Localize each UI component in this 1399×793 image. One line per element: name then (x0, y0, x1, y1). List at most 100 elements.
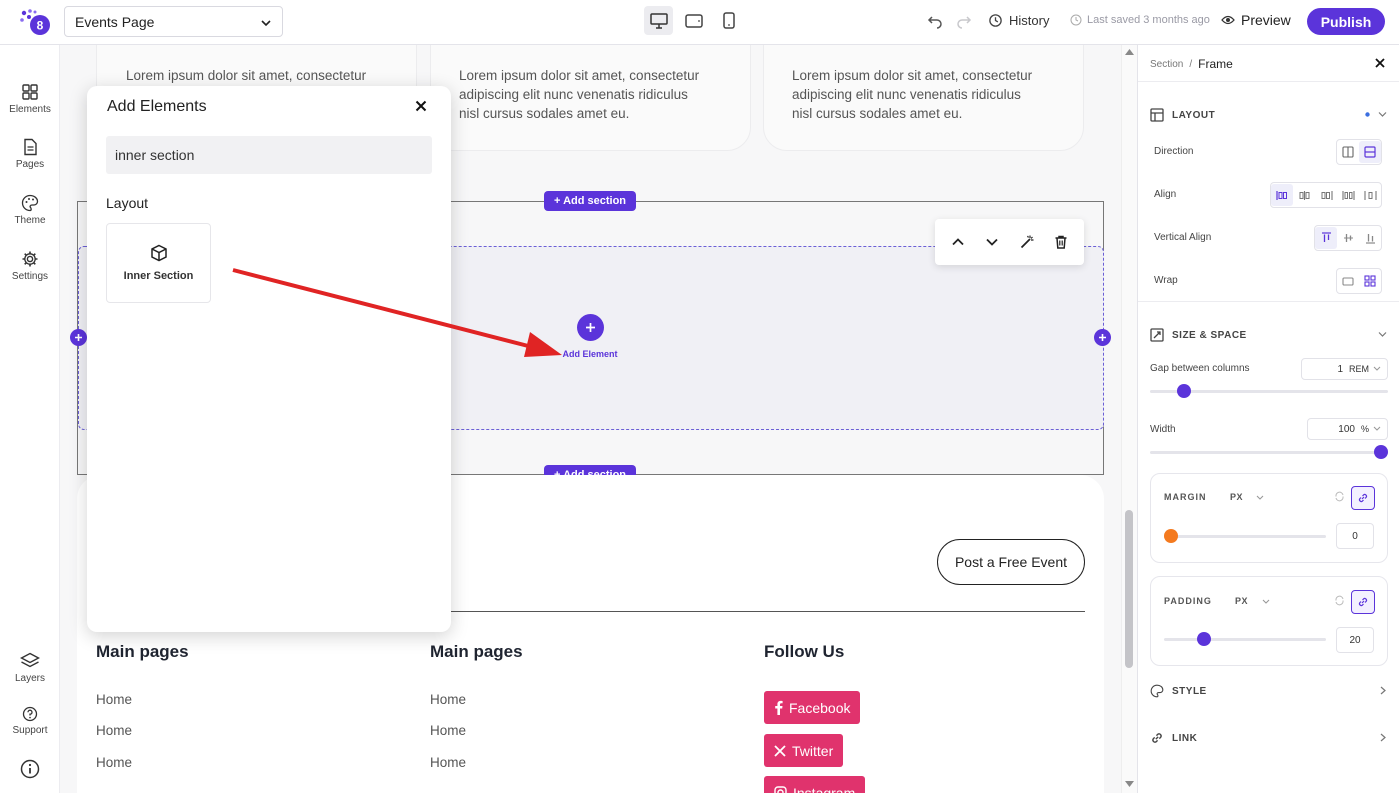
post-event-button[interactable]: Post a Free Event (937, 539, 1085, 585)
rail-theme-label: Theme (14, 215, 46, 226)
grid-icon (22, 84, 38, 100)
link-icon (1358, 597, 1368, 607)
gap-slider-knob[interactable] (1176, 384, 1191, 398)
breadcrumb-parent[interactable]: Section (1150, 59, 1183, 70)
page-select-value: Events Page (75, 14, 155, 30)
canvas-scrollbar[interactable] (1121, 45, 1137, 793)
rail-settings[interactable]: Settings (0, 250, 60, 282)
element-search-input[interactable] (106, 136, 432, 174)
align-between-option[interactable] (1337, 184, 1359, 206)
footer-link[interactable]: Home (96, 723, 132, 738)
chevron-down-icon[interactable] (1378, 331, 1387, 338)
valign-bottom-option[interactable] (1359, 227, 1381, 249)
undo-icon[interactable] (927, 13, 943, 29)
valign-center-option[interactable] (1337, 227, 1359, 249)
chevron-down-icon[interactable] (1373, 366, 1381, 372)
margin-value-input[interactable]: 0 (1336, 523, 1374, 549)
reset-icon[interactable] (1334, 595, 1345, 606)
page-select[interactable]: Events Page (64, 6, 283, 37)
footer-link[interactable]: Home (430, 692, 466, 707)
margin-link-toggle[interactable] (1351, 486, 1375, 510)
add-column-left-button[interactable] (70, 329, 87, 346)
breadcrumb-current: Frame (1198, 57, 1233, 71)
inner-section-tile[interactable]: Inner Section (106, 223, 211, 303)
align-end-option[interactable] (1315, 184, 1337, 206)
padding-link-toggle[interactable] (1351, 590, 1375, 614)
last-saved-status: Last saved 3 months ago (1070, 14, 1210, 26)
width-slider-knob[interactable] (1374, 445, 1388, 459)
align-around-option[interactable] (1359, 184, 1381, 206)
footer-link[interactable]: Home (96, 692, 132, 707)
magic-wand-icon[interactable] (1019, 234, 1035, 250)
link-section-header[interactable]: LINK (1150, 731, 1197, 745)
redo-icon[interactable] (956, 13, 972, 29)
facebook-button[interactable]: Facebook (764, 691, 861, 724)
scroll-down-icon[interactable] (1125, 781, 1134, 787)
chevron-right-icon[interactable] (1380, 686, 1386, 695)
chevron-down-icon[interactable] (1256, 495, 1264, 501)
footer-link[interactable]: Home (96, 755, 132, 770)
rail-info[interactable] (0, 759, 60, 779)
modified-dot-icon (1365, 112, 1370, 117)
margin-unit-select[interactable]: PX (1230, 492, 1243, 502)
valign-top-option[interactable] (1315, 227, 1337, 249)
desktop-view-button[interactable] (644, 6, 673, 35)
close-icon[interactable] (1375, 58, 1385, 68)
rail-elements[interactable]: Elements (0, 83, 60, 115)
add-element-label[interactable]: Add Element (540, 349, 640, 359)
reset-icon[interactable] (1334, 491, 1345, 502)
nowrap-icon (1342, 276, 1354, 286)
preview-label: Preview (1241, 12, 1291, 28)
tablet-view-button[interactable] (679, 6, 708, 35)
instagram-button[interactable]: Instagram (764, 776, 866, 793)
align-center-option[interactable] (1293, 184, 1315, 206)
close-icon[interactable] (415, 100, 427, 112)
chevron-down-icon[interactable] (1373, 426, 1381, 432)
add-element-button[interactable] (577, 314, 604, 341)
chevron-right-icon[interactable] (1380, 733, 1386, 742)
chevron-down-icon[interactable] (1262, 599, 1270, 605)
clock-icon (1070, 14, 1082, 26)
rail-support[interactable]: Support (0, 706, 60, 736)
add-section-button-top[interactable]: + Add section (544, 191, 637, 211)
layout-section-header[interactable]: LAYOUT (1150, 108, 1215, 122)
margin-slider-knob[interactable] (1164, 529, 1178, 543)
padding-value-input[interactable]: 20 (1336, 627, 1374, 653)
rail-layers[interactable]: Layers (0, 652, 60, 684)
add-column-right-button[interactable] (1094, 329, 1111, 346)
move-up-icon[interactable] (950, 234, 966, 250)
twitter-button[interactable]: Twitter (764, 734, 844, 767)
app-logo-icon[interactable]: 8 (18, 8, 52, 36)
rail-theme[interactable]: Theme (0, 194, 60, 226)
align-end-icon (1321, 190, 1333, 200)
style-section-header[interactable]: STYLE (1150, 684, 1207, 698)
footer-link[interactable]: Home (430, 755, 466, 770)
align-start-option[interactable] (1271, 184, 1293, 206)
canvas-scroll-thumb[interactable] (1125, 510, 1133, 668)
move-down-icon[interactable] (984, 234, 1000, 250)
publish-button[interactable]: Publish (1307, 8, 1385, 35)
align-label: Align (1154, 189, 1177, 200)
valign-top-icon (1321, 232, 1331, 242)
wrap-option[interactable] (1359, 270, 1381, 292)
padding-slider-knob[interactable] (1196, 632, 1211, 646)
margin-slider[interactable] (1164, 529, 1326, 543)
padding-unit-select[interactable]: PX (1235, 596, 1248, 606)
scroll-up-icon[interactable] (1125, 49, 1134, 55)
history-button[interactable]: History (988, 13, 1049, 28)
rail-pages[interactable]: Pages (0, 138, 60, 170)
preview-button[interactable]: Preview (1221, 12, 1291, 28)
nowrap-option[interactable] (1337, 270, 1359, 292)
direction-column-option[interactable] (1359, 141, 1381, 163)
width-slider[interactable] (1150, 445, 1388, 459)
card-3-line-3: nisl cursus sodales amet eu. (792, 106, 963, 121)
size-space-section-header[interactable]: SIZE & SPACE (1150, 328, 1247, 342)
direction-row-option[interactable] (1337, 141, 1359, 163)
rail-elements-label: Elements (9, 104, 51, 115)
mobile-view-button[interactable] (714, 6, 743, 35)
chevron-down-icon[interactable] (1378, 111, 1387, 118)
footer-link[interactable]: Home (430, 723, 466, 738)
gap-slider[interactable] (1150, 384, 1388, 398)
padding-slider[interactable] (1164, 632, 1326, 646)
trash-icon[interactable] (1053, 234, 1069, 250)
